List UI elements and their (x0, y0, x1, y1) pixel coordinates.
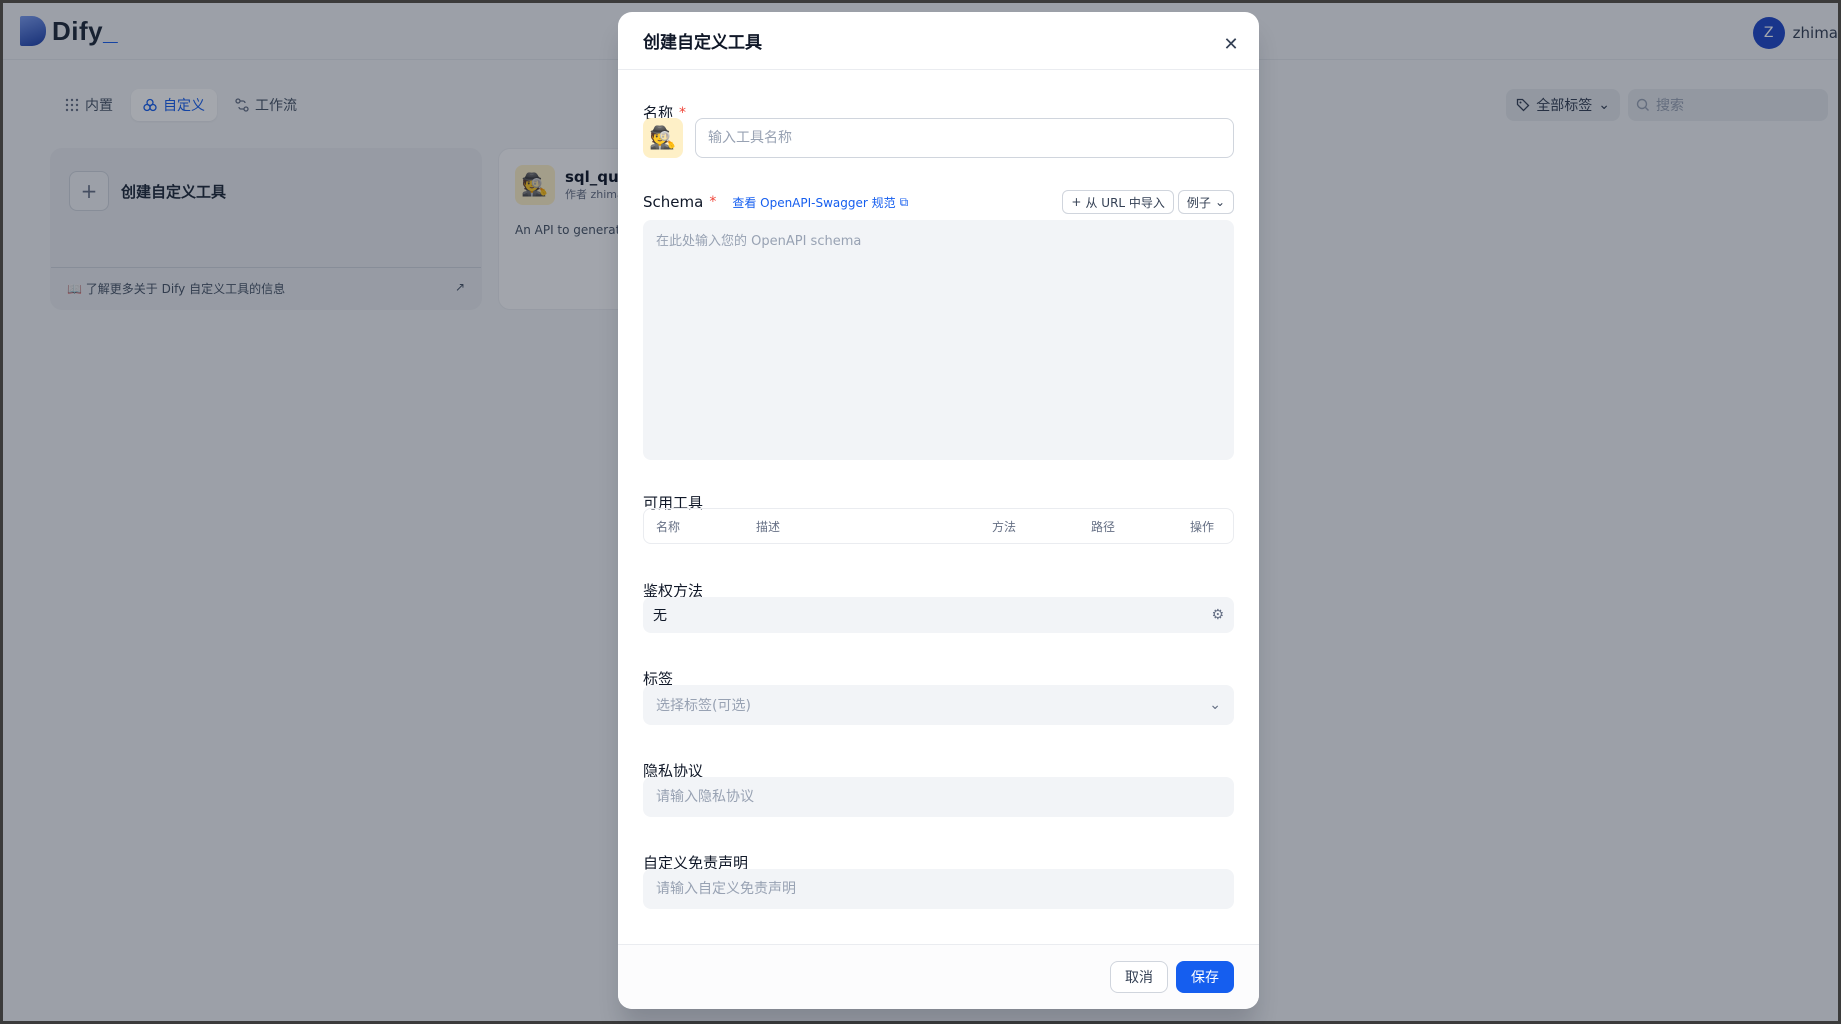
column-header-path: 路径 (1091, 519, 1116, 534)
auth-method-value: 无 (653, 608, 667, 624)
close-icon[interactable]: ✕ (1223, 34, 1239, 55)
cancel-button[interactable]: 取消 (1110, 961, 1168, 993)
save-button[interactable]: 保存 (1176, 961, 1234, 993)
create-tool-modal: 创建自定义工具 ✕ 名称 * 🕵️ Schema* 查看 OpenAPI-Swag… (618, 12, 1259, 1009)
detective-icon: 🕵️ (649, 125, 677, 151)
tags-placeholder: 选择标签(可选) (656, 698, 751, 714)
example-dropdown[interactable]: 例子 ⌄ (1177, 190, 1234, 214)
column-header-description: 描述 (756, 519, 781, 534)
column-header-name: 名称 (656, 519, 681, 534)
available-tools-table: 名称 描述 方法 路径 操作 (643, 508, 1234, 544)
plus-icon: + (1071, 195, 1082, 209)
schema-header: Schema * 查看 OpenAPI-Swagger 规范 ⧉ + 从 URL 中导… (643, 188, 1234, 216)
auth-method-selector[interactable]: 无 ⚙ (643, 597, 1234, 633)
chevron-down-icon: ⌄ (1214, 195, 1225, 209)
modal-title: 创建自定义工具 (643, 33, 762, 53)
swagger-spec-link[interactable]: 查看 OpenAPI-Swagger 规范 ⧉ (732, 194, 908, 211)
disclaimer-input[interactable] (643, 869, 1234, 909)
schema-label: Schema * (643, 193, 717, 211)
gear-icon: ⚙ (1211, 607, 1224, 623)
column-header-method: 方法 (992, 519, 1017, 534)
tool-name-input[interactable] (695, 118, 1234, 158)
privacy-policy-input[interactable] (643, 777, 1234, 817)
chevron-down-icon: ⌄ (1209, 697, 1221, 713)
schema-textarea[interactable] (643, 220, 1234, 460)
external-link-icon: ⧉ (899, 194, 909, 209)
tags-select[interactable]: 选择标签(可选) ⌄ (643, 685, 1234, 725)
import-from-url-button[interactable]: + 从 URL 中导入 (1062, 190, 1174, 214)
emoji-picker[interactable]: 🕵️ (643, 118, 683, 158)
modal-footer: 取消 保存 (618, 944, 1259, 1009)
required-mark: * (679, 104, 687, 121)
column-header-action: 操作 (1190, 519, 1215, 534)
